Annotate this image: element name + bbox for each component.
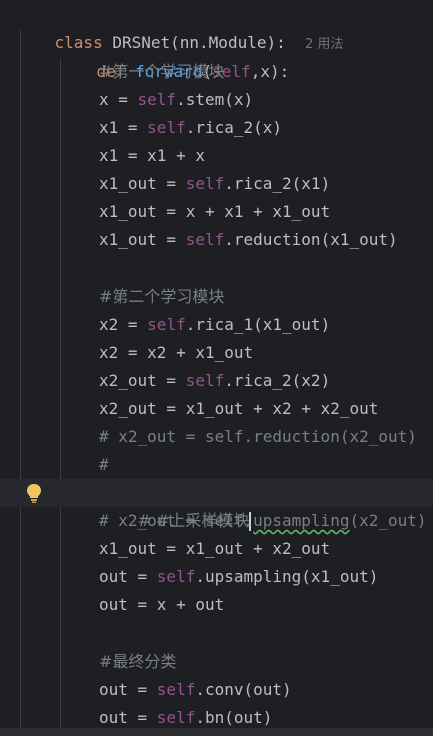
self-keyword: self bbox=[185, 174, 225, 193]
indent-guide bbox=[20, 30, 21, 736]
self-keyword: self bbox=[147, 118, 186, 137]
code-text: .reduction(x1_out) bbox=[224, 230, 398, 249]
code-line[interactable]: x2_out = x1_out + x2 + x2_out bbox=[99, 395, 378, 423]
code-text: out = bbox=[99, 567, 157, 586]
current-line[interactable]: # #上采样模块 bbox=[0, 479, 433, 531]
lightbulb-icon[interactable] bbox=[24, 482, 44, 504]
code-editor[interactable]: class DRSNet(nn.Module): 2 用法 def forwar… bbox=[0, 0, 433, 736]
code-line[interactable]: x1 = x1 + x bbox=[99, 142, 205, 170]
code-line[interactable]: x2 = x2 + x1_out bbox=[99, 339, 253, 367]
horizontal-scrollbar[interactable] bbox=[0, 728, 433, 736]
indent-guide bbox=[60, 58, 61, 736]
self-keyword: self bbox=[137, 90, 177, 109]
self-keyword: self bbox=[147, 315, 186, 334]
typo-squiggle[interactable]: upsampling bbox=[253, 511, 349, 530]
code-line[interactable]: out = self.conv(out) bbox=[99, 676, 292, 704]
code-text: # x2_out = self. bbox=[99, 511, 254, 530]
self-keyword: self bbox=[156, 680, 196, 699]
code-text: x1 = bbox=[99, 118, 148, 137]
code-text: x2_out = bbox=[99, 371, 186, 390]
code-comment[interactable]: #第二个学习模块 bbox=[99, 283, 224, 311]
code-line[interactable]: x = self.stem(x) bbox=[99, 86, 253, 114]
code-comment[interactable]: # x2_out = self.upsampling(x2_out) bbox=[99, 507, 427, 535]
code-text: .upsampling(x1_out) bbox=[195, 567, 379, 586]
code-comment[interactable]: #最终分类 bbox=[99, 648, 176, 676]
code-text: out = bbox=[99, 680, 157, 699]
code-text: .bn(out) bbox=[195, 708, 273, 727]
code-line[interactable]: out = self.upsampling(x1_out) bbox=[99, 563, 378, 591]
code-line[interactable]: x2 = self.rica_1(x1_out) bbox=[99, 311, 330, 339]
code-line[interactable]: x1_out = x + x1 + x1_out bbox=[99, 198, 330, 226]
code-text: .rica_2(x) bbox=[185, 118, 283, 137]
code-text: .rica_1(x1_out) bbox=[185, 315, 331, 334]
code-line[interactable]: x1_out = self.rica_2(x1) bbox=[99, 170, 330, 198]
self-keyword: self bbox=[156, 708, 196, 727]
gutter bbox=[0, 0, 18, 736]
self-keyword: self bbox=[185, 230, 225, 249]
code-line[interactable]: x2_out = self.rica_2(x2) bbox=[99, 367, 330, 395]
code-line-class[interactable]: class DRSNet(nn.Module): 2 用法 bbox=[16, 1, 344, 52]
code-text: .rica_2(x2) bbox=[224, 371, 331, 390]
code-line[interactable]: x1_out = x1_out + x2_out bbox=[99, 535, 330, 563]
usages-hint[interactable]: 2 用法 bbox=[305, 37, 343, 52]
code-text: x1_out = bbox=[99, 230, 186, 249]
code-line[interactable]: x1 = self.rica_2(x) bbox=[99, 114, 282, 142]
params-rest: ,x): bbox=[250, 62, 290, 81]
code-text: .conv(out) bbox=[195, 680, 292, 699]
code-text: .rica_2(x1) bbox=[224, 174, 331, 193]
code-line[interactable]: x1_out = self.reduction(x1_out) bbox=[99, 226, 398, 254]
code-comment[interactable]: # bbox=[99, 451, 109, 479]
code-comment[interactable]: # x2_out = self.reduction(x2_out) bbox=[99, 423, 417, 451]
code-text: .stem(x) bbox=[176, 90, 254, 109]
code-line-def[interactable]: def forward(self,x): bbox=[58, 30, 290, 81]
code-line[interactable]: out = x + out bbox=[99, 591, 224, 619]
self-keyword: self bbox=[156, 567, 196, 586]
code-text: x1_out = bbox=[99, 174, 186, 193]
code-text: out = bbox=[99, 708, 157, 727]
code-text: (x2_out) bbox=[349, 511, 427, 530]
code-text: x = bbox=[99, 90, 138, 109]
code-comment[interactable]: #第一个学习模块 bbox=[99, 58, 224, 86]
self-keyword: self bbox=[185, 371, 225, 390]
code-text: x2 = bbox=[99, 315, 148, 334]
